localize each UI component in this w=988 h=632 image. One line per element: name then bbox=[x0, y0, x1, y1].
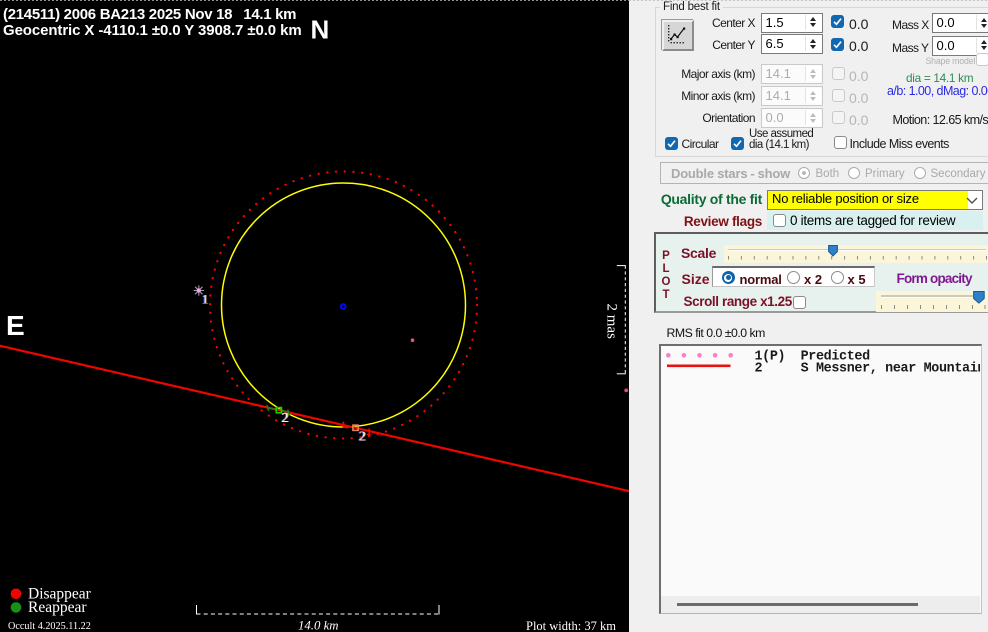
svg-text:14.0 km: 14.0 km bbox=[298, 619, 339, 632]
svg-text:2: 2 bbox=[281, 411, 288, 426]
svg-text:2 S Messner, near Mountain: 2 S Messner, near Mountain Vie bbox=[755, 361, 981, 376]
svg-text:Plot width: 37 km: Plot width: 37 km bbox=[526, 619, 616, 632]
svg-text:2 mas: 2 mas bbox=[604, 304, 620, 340]
svg-text:Geocentric X ‑4110.1 ±0.0 Y 39: Geocentric X ‑4110.1 ±0.0 Y 3908.7 ±0.0 … bbox=[3, 22, 302, 39]
svg-text:N: N bbox=[311, 15, 330, 45]
svg-text:Occult 4.2025.11.22: Occult 4.2025.11.22 bbox=[8, 621, 91, 632]
svg-text:1: 1 bbox=[202, 292, 208, 306]
svg-text:(214511) 2006 BA213 2025 Nov: (214511) 2006 BA213 2025 Nov 18 14.1 km bbox=[3, 6, 296, 23]
svg-text:2: 2 bbox=[359, 429, 366, 444]
svg-text:E: E bbox=[6, 310, 25, 341]
svg-text:Reappear: Reappear bbox=[28, 599, 87, 616]
